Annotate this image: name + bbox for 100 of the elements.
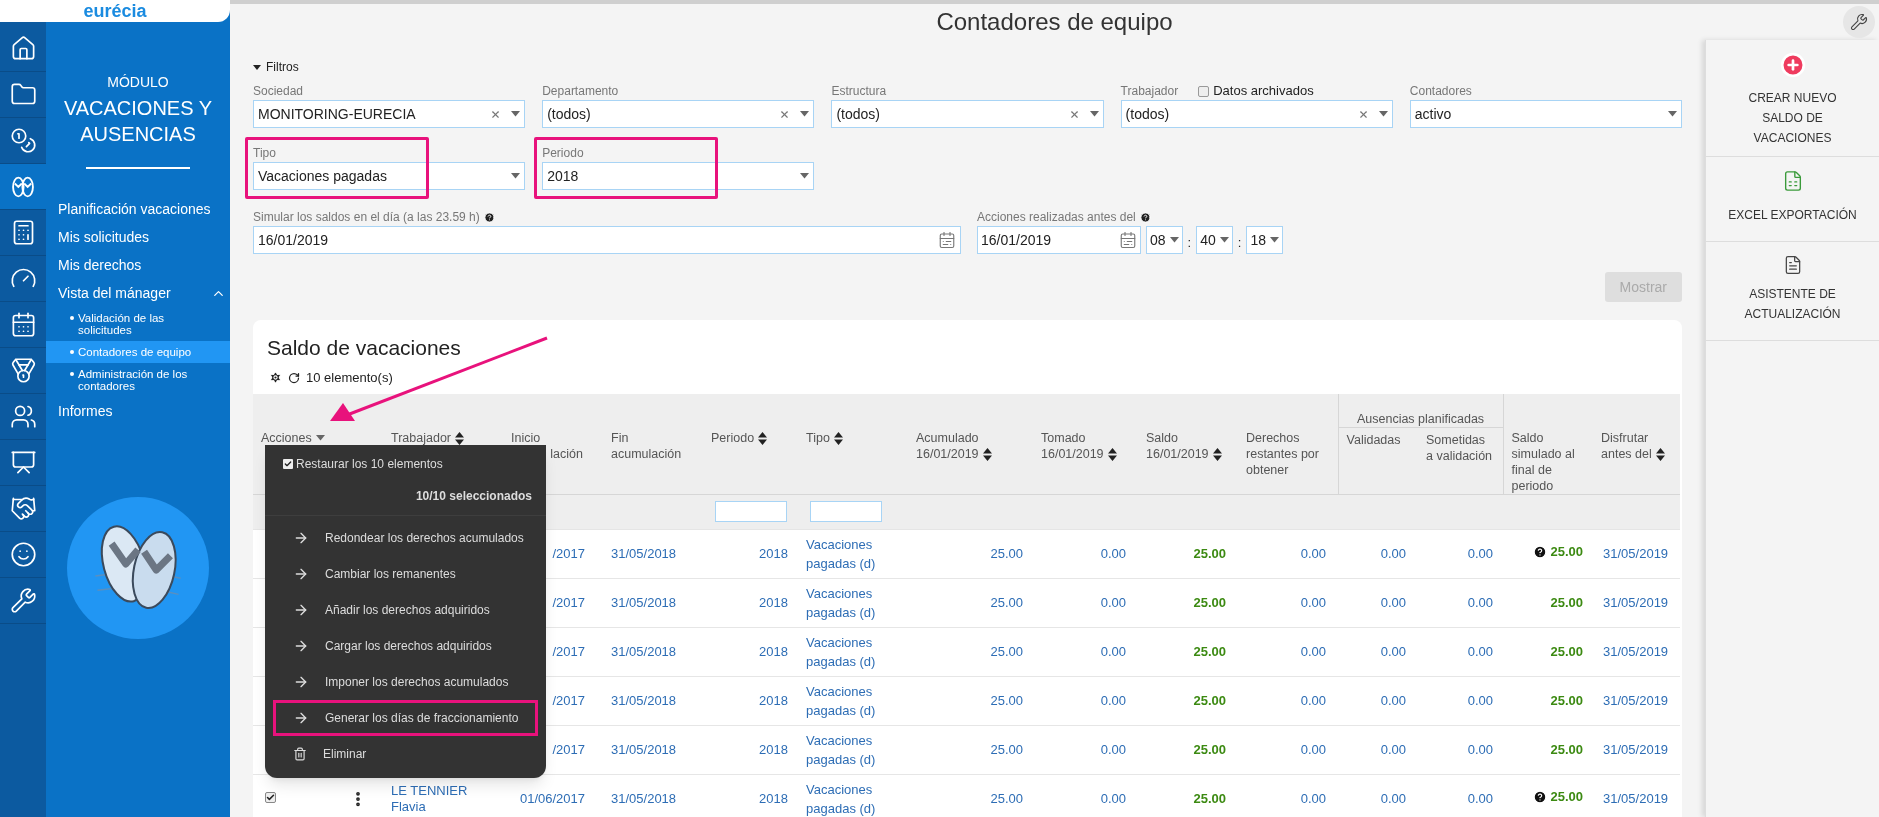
tools-button[interactable] [1843,6,1875,38]
select-field[interactable]: (todos) [542,100,815,128]
select-field[interactable]: (todos) [831,100,1104,128]
table-cell: 31/05/2018 [611,545,677,561]
clear-icon[interactable] [1068,108,1080,120]
row-checkbox[interactable] [265,792,276,804]
help-icon[interactable] [1533,790,1548,804]
refresh-icon[interactable] [288,371,300,384]
sidebar-item[interactable]: Mis derechos [46,251,230,279]
item-count: 10 elemento(s) [306,368,393,387]
logo: eurécia [83,2,147,20]
column-header[interactable]: Saldo 16/01/2019 [1146,429,1230,462]
calendar-icon[interactable] [1119,231,1137,249]
column-header[interactable]: Tomado 16/01/2019 [1041,429,1130,462]
sidebar-item[interactable]: Mis solicitudes [46,223,230,251]
help-icon[interactable] [483,211,495,223]
table-cell: 01/06/2017 [519,790,585,806]
bullet-icon [70,350,74,354]
menu-item[interactable]: Imponer los derechos acumulados [273,663,538,700]
column-filter-field[interactable] [810,501,882,522]
panel-action[interactable]: CREAR NUEVO SALDO DE VACACIONES [1706,40,1879,157]
select-field[interactable]: MONITORING-EURECIA [253,100,526,128]
time-select[interactable]: 40 [1196,226,1233,254]
column-filter-field[interactable] [715,501,787,522]
column-header[interactable]: Periodo [711,429,768,446]
board-icon [9,449,37,476]
date-field[interactable]: 16/01/2019 [977,226,1141,254]
panel-action[interactable]: EXCEL EXPORTACIÓN [1706,157,1879,242]
caret-icon [315,434,325,441]
table-cell: 0.00 [1467,790,1494,806]
sidebar-item[interactable]: Vista del mánager [46,279,230,307]
field-label: Simular los saldos en el día (a las 23.59 h) [253,209,480,226]
sort-icon[interactable] [982,447,992,461]
caret-icon [511,111,521,117]
table-cell: 25.00 [1193,692,1226,708]
table-cell: 0.00 [1100,741,1126,757]
column-header: Sometidas a validación [1426,432,1493,463]
plus-icon [1779,52,1806,78]
menu-item[interactable]: Generar los días de fraccionamiento [273,699,538,736]
time-select[interactable]: 08 [1146,226,1183,254]
sidebar-subitem[interactable]: Validación de las solicitudes [46,307,230,341]
table-cell: 31/05/2019 [1603,790,1669,806]
calendar-icon[interactable] [938,231,956,249]
menu-item[interactable]: Redondear los derechos acumulados [273,519,538,556]
menu-item[interactable]: Eliminar [273,735,538,772]
help-icon[interactable] [1139,211,1151,223]
table-cell: /2017 [552,741,585,757]
sidebar-item[interactable]: Informes [46,397,230,425]
sort-icon[interactable] [1655,447,1665,461]
table-cell: 0.00 [1300,594,1326,610]
column-header[interactable]: Trabajador [391,429,464,446]
caret-icon [1668,111,1677,117]
clear-icon[interactable] [779,108,791,120]
panel-action[interactable]: ASISTENTE DE ACTUALIZACIÓN [1706,242,1879,341]
table-cell: 2018 [759,741,788,757]
column-header: Derechos restantes por obtener [1246,429,1320,478]
table-cell: 0.00 [1100,692,1126,708]
column-header[interactable]: Tipo [806,429,843,446]
select-field[interactable]: activo [1409,100,1682,128]
time-separator: : [1237,234,1242,253]
table-cell: 0.00 [1300,643,1326,659]
table-title: Saldo de vacaciones [267,335,462,361]
help-icon[interactable] [1533,545,1548,559]
menu-item[interactable]: Cargar los derechos adquiridos [273,627,538,664]
worker-link[interactable]: LE TENNIER Flavia [391,782,471,815]
column-header: Saldo simulado al final de periodo [1511,429,1576,494]
clear-icon[interactable] [490,108,502,120]
caret-icon [800,173,810,179]
sidebar-item[interactable]: Planificación vacaciones [46,195,230,223]
table-cell: 25.00 [990,741,1023,757]
checkbox[interactable] [1198,85,1210,97]
time-select[interactable]: 18 [1246,226,1283,254]
select-field[interactable]: (todos) [1120,100,1393,128]
table-cell-text: 25.00 [1550,593,1584,612]
menu-item[interactable]: Cambiar los remanentes [273,555,538,592]
filters-toggle[interactable]: Filtros [253,60,1682,74]
settings-icon[interactable] [269,371,282,384]
table-cell: 25.00 [990,594,1023,610]
sort-icon[interactable] [1107,447,1117,461]
date-field[interactable]: 16/01/2019 [253,226,961,254]
table-cell: 0.00 [1467,741,1494,757]
menu-item[interactable]: Añadir los derechos adquiridos [273,591,538,628]
select-field[interactable]: Vacaciones pagadas [253,162,526,190]
table-cell: 0.00 [1380,790,1406,806]
select-field[interactable]: 2018 [542,162,815,190]
table-cell-text: 25.00 [1550,788,1584,807]
smile-icon [9,541,37,568]
sort-icon[interactable] [833,431,843,445]
sidebar-subitem[interactable]: Administración de los contadores [46,363,230,397]
table-cell: 25.00 [1193,741,1226,757]
column-header[interactable]: Disfrutar antes del [1601,429,1673,462]
sort-icon[interactable] [1212,447,1222,461]
rail-button[interactable] [0,164,46,210]
column-header[interactable]: Acciones [261,429,325,446]
table-cell: 0.00 [1467,643,1494,659]
sort-icon[interactable] [455,431,464,445]
clear-icon[interactable] [1357,108,1369,120]
sort-icon[interactable] [758,431,768,445]
check-icon [266,793,275,803]
column-header[interactable]: Acumulado 16/01/2019 [916,429,1025,462]
